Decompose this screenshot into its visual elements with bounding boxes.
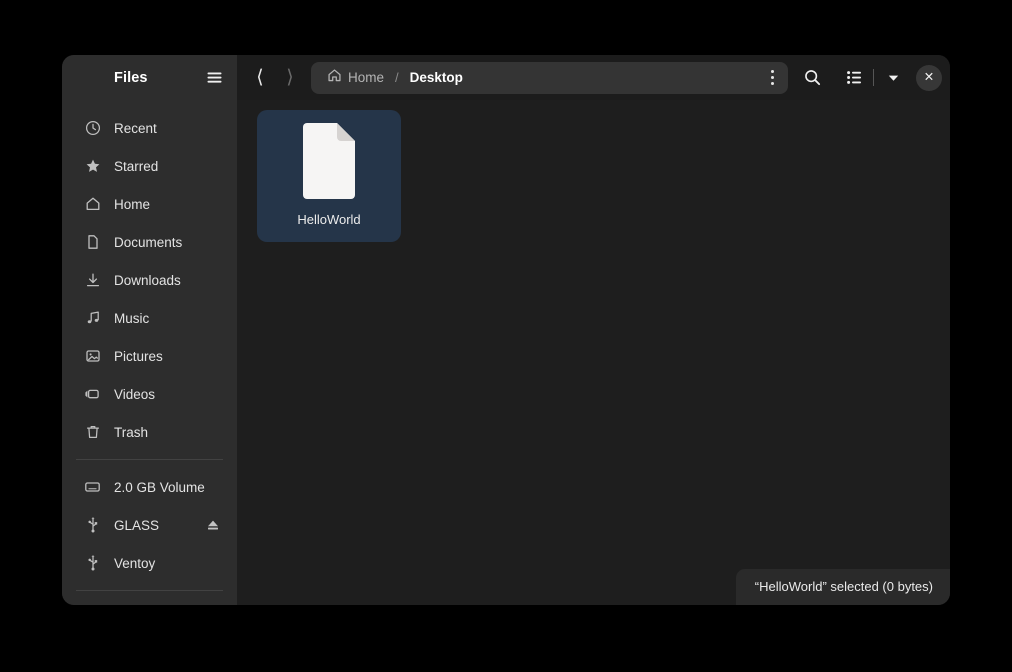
sidebar-item-label: Music: [114, 310, 150, 326]
list-view-icon: [846, 71, 861, 84]
breadcrumb-item-desktop[interactable]: Desktop: [406, 68, 467, 87]
sidebar: Recent Starred Home Documents Downloads …: [62, 100, 237, 605]
download-icon: [84, 272, 101, 289]
sidebar-item-videos[interactable]: Videos: [68, 375, 231, 413]
sidebar-item-label: 2.0 GB Volume: [114, 479, 205, 495]
breadcrumb: Home / Desktop: [311, 61, 788, 94]
sidebar-item-ventoy[interactable]: Ventoy: [68, 544, 231, 582]
sidebar-item-recent[interactable]: Recent: [68, 109, 231, 147]
trash-icon: [84, 424, 101, 441]
text-file-icon: [299, 122, 359, 200]
sidebar-item-music[interactable]: Music: [68, 299, 231, 337]
breadcrumb-label-home: Home: [348, 70, 385, 85]
sidebar-divider-other: [76, 590, 223, 591]
files-window: Files ⟨ ⟩ Home / Desktop ✕ Recent Starre…: [62, 55, 950, 605]
drive-icon: [84, 479, 101, 496]
status-badge: “HelloWorld” selected (0 bytes): [754, 579, 933, 594]
sidebar-header: Files: [62, 55, 237, 100]
path-menu-button[interactable]: [758, 64, 786, 92]
header-toolbar: ⟨ ⟩ Home / Desktop ✕: [237, 55, 950, 100]
sidebar-item-label: Pictures: [114, 348, 163, 364]
sidebar-item-label: Downloads: [114, 272, 181, 288]
sidebar-divider-devices: [76, 459, 223, 460]
star-icon: [84, 158, 101, 175]
file-name-label: HelloWorld: [297, 212, 361, 227]
sidebar-item-label: Home: [114, 196, 151, 212]
sidebar-item-label: Trash: [114, 424, 149, 440]
chevron-right-icon: ⟩: [286, 66, 294, 88]
file-item-helloworld[interactable]: HelloWorld: [257, 110, 401, 242]
eject-icon[interactable]: [205, 517, 221, 533]
breadcrumb-separator: /: [395, 70, 399, 85]
header-bar: Files ⟨ ⟩ Home / Desktop ✕: [62, 55, 950, 100]
sidebar-item-label: Documents: [114, 234, 183, 250]
hamburger-icon[interactable]: [199, 63, 229, 93]
sidebar-item-starred[interactable]: Starred: [68, 147, 231, 185]
status-bar: “HelloWorld” selected (0 bytes): [735, 569, 950, 605]
sidebar-item-label: GLASS: [114, 517, 160, 533]
toolbar-divider: [873, 69, 874, 86]
close-button[interactable]: ✕: [916, 64, 942, 91]
search-icon: [804, 70, 820, 86]
file-grid[interactable]: HelloWorld “HelloWorld” selected (0 byte…: [237, 100, 950, 605]
page-title: Files: [114, 69, 148, 86]
home-icon: [327, 68, 342, 88]
usb-icon: [84, 555, 101, 572]
sidebar-item-pictures[interactable]: Pictures: [68, 337, 231, 375]
document-icon: [84, 234, 101, 251]
view-options-button[interactable]: [878, 63, 908, 93]
chevron-left-icon: ⟨: [256, 66, 264, 88]
sidebar-item-documents[interactable]: Documents: [68, 223, 231, 261]
video-camera-icon: [84, 386, 101, 403]
music-note-icon: [84, 310, 101, 327]
sidebar-item-label: Recent: [114, 120, 157, 136]
breadcrumb-label-desktop: Desktop: [409, 70, 463, 85]
breadcrumb-item-home[interactable]: Home: [323, 66, 388, 90]
home-icon: [84, 196, 101, 213]
sidebar-item-home[interactable]: Home: [68, 185, 231, 223]
sidebar-item-label: Ventoy: [114, 555, 156, 571]
usb-icon: [84, 517, 101, 534]
sidebar-item-trash[interactable]: Trash: [68, 413, 231, 451]
chevron-down-icon: [888, 75, 898, 81]
view-list-button[interactable]: [839, 63, 869, 93]
search-button[interactable]: [797, 63, 827, 93]
close-icon: ✕: [923, 69, 935, 85]
sidebar-item-downloads[interactable]: Downloads: [68, 261, 231, 299]
sidebar-item-label: Videos: [114, 386, 156, 402]
clock-icon: [84, 120, 101, 137]
image-icon: [84, 348, 101, 365]
forward-button[interactable]: ⟩: [275, 63, 305, 93]
sidebar-item-glass[interactable]: GLASS: [68, 506, 231, 544]
sidebar-item-other-locations[interactable]: Other Locations: [68, 599, 231, 605]
sidebar-item-label: Starred: [114, 158, 159, 174]
window-body: Recent Starred Home Documents Downloads …: [62, 100, 950, 605]
sidebar-item-volume[interactable]: 2.0 GB Volume: [68, 468, 231, 506]
back-button[interactable]: ⟨: [245, 63, 275, 93]
vertical-dots-icon: [770, 70, 774, 85]
